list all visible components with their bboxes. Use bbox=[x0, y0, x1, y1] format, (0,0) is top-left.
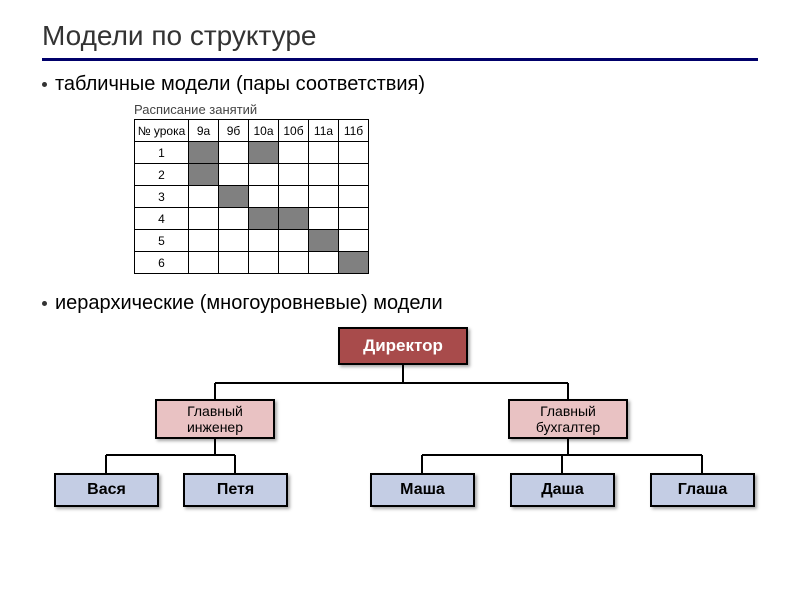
table-header-row: № урока 9а 9б 10а 10б 11а 11б bbox=[135, 120, 369, 142]
table-row: 6 bbox=[135, 252, 369, 274]
col-header: 9б bbox=[219, 120, 249, 142]
schedule-table: № урока 9а 9б 10а 10б 11а 11б 1 2 3 4 5 … bbox=[134, 119, 369, 274]
table-row: 5 bbox=[135, 230, 369, 252]
node-leaf-4: Даша bbox=[510, 473, 615, 507]
node-leaf-2: Петя bbox=[183, 473, 288, 507]
bullet-tabular: табличные модели (пары соответствия) bbox=[42, 73, 758, 96]
bullet-hierarchical-label: иерархические (многоуровневые) модели bbox=[55, 292, 443, 315]
table-row: 2 bbox=[135, 164, 369, 186]
node-chief-accountant: Главныйбухгалтер bbox=[508, 399, 628, 439]
row-num: 1 bbox=[135, 142, 189, 164]
table-row: 3 bbox=[135, 186, 369, 208]
node-leaf-5: Глаша bbox=[650, 473, 755, 507]
table-row: 1 bbox=[135, 142, 369, 164]
row-header-label: № урока bbox=[135, 120, 189, 142]
hierarchy-diagram: Директор Главныйинженер Главныйбухгалтер… bbox=[42, 327, 758, 547]
bullet-hierarchical: иерархические (многоуровневые) модели bbox=[42, 292, 758, 315]
col-header: 10б bbox=[279, 120, 309, 142]
node-director: Директор bbox=[338, 327, 468, 365]
row-num: 6 bbox=[135, 252, 189, 274]
page-title: Модели по структуре bbox=[42, 20, 758, 52]
col-header: 9а bbox=[189, 120, 219, 142]
bullet-tabular-label: табличные модели (пары соответствия) bbox=[55, 73, 425, 96]
schedule-table-wrap: Расписание занятий № урока 9а 9б 10а 10б… bbox=[134, 102, 758, 274]
col-header: 11б bbox=[339, 120, 369, 142]
col-header: 10а bbox=[249, 120, 279, 142]
table-row: 4 bbox=[135, 208, 369, 230]
schedule-caption: Расписание занятий bbox=[134, 102, 758, 117]
row-num: 5 bbox=[135, 230, 189, 252]
row-num: 2 bbox=[135, 164, 189, 186]
row-num: 3 bbox=[135, 186, 189, 208]
col-header: 11а bbox=[309, 120, 339, 142]
bullet-dot-icon bbox=[42, 301, 47, 306]
title-underline bbox=[42, 58, 758, 61]
bullet-dot-icon bbox=[42, 82, 47, 87]
node-leaf-3: Маша bbox=[370, 473, 475, 507]
node-chief-engineer: Главныйинженер bbox=[155, 399, 275, 439]
row-num: 4 bbox=[135, 208, 189, 230]
node-leaf-1: Вася bbox=[54, 473, 159, 507]
